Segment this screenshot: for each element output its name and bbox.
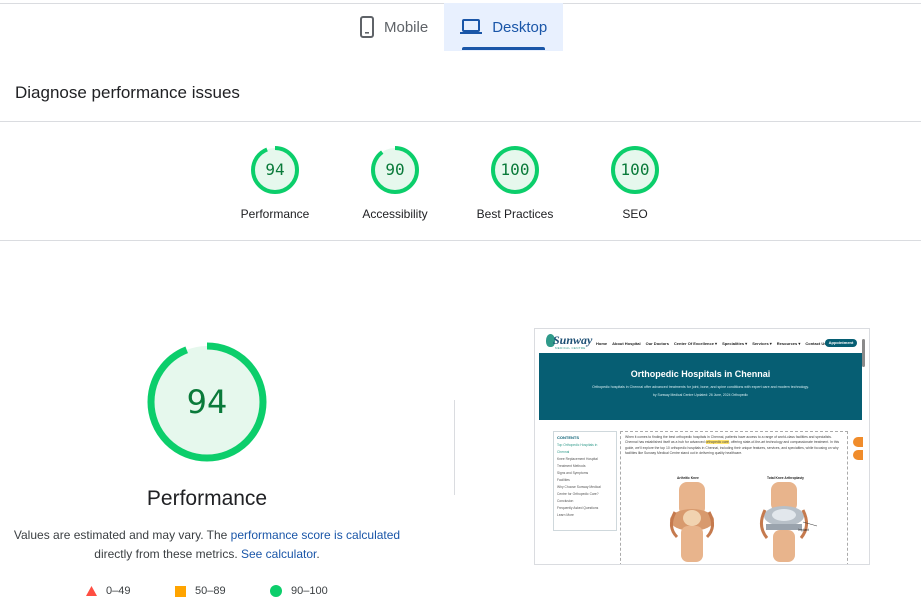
site-nav-item: Services ▾ [752, 341, 772, 346]
site-toc: CONTENTS Top Orthopedic Hospitals in Che… [553, 431, 617, 531]
category-label: Best Practices [476, 207, 554, 221]
circle-icon [270, 585, 282, 597]
divider [0, 121, 921, 122]
site-floating-button [853, 437, 863, 447]
score-ring: 94 [250, 145, 300, 195]
calculator-link[interactable]: See calculator [241, 547, 316, 561]
tab-desktop-label: Desktop [492, 18, 548, 36]
site-content: When it comes to finding the best orthop… [620, 431, 848, 564]
device-tabs: Mobile Desktop [344, 3, 564, 51]
site-toc-item: Top Orthopedic Hospitals in [557, 443, 598, 447]
site-nav-item: Our Doctors [645, 341, 669, 346]
score-value: 94 [265, 160, 285, 179]
performance-score-value: 94 [186, 383, 228, 421]
site-nav: Home About Hospital Our Doctors Center O… [596, 341, 831, 346]
site-hero-meta: by Sunway Medical Centre Updated: 26 Jun… [653, 393, 748, 397]
performance-score-link[interactable]: performance score is calculated [231, 528, 400, 542]
divider [0, 240, 921, 241]
legend-range: 90–100 [291, 585, 328, 597]
note-text: directly from these metrics. [94, 547, 241, 561]
category-gauge-accessibility[interactable]: 90 Accessibility [335, 145, 455, 221]
tab-desktop[interactable]: Desktop [444, 3, 564, 51]
site-nav-item: Contact Us [805, 341, 827, 346]
site-hero: Orthopedic Hospitals in Chennai Orthoped… [539, 353, 862, 420]
diagnose-title: Diagnose performance issues [15, 83, 240, 102]
site-nav-item: Center Of Excellence ▾ [673, 341, 718, 346]
site-scrollbar [862, 339, 865, 367]
category-gauge-performance[interactable]: 94 Performance [215, 145, 335, 221]
legend-range: 50–89 [195, 585, 226, 597]
category-gauge-seo[interactable]: 100 SEO [575, 145, 695, 221]
site-toc-item: Facilities [557, 478, 570, 482]
category-label: Accessibility [362, 207, 428, 221]
site-appointment-button: Appointment [825, 339, 857, 347]
site-nav-item: About Hospital [612, 341, 641, 346]
site-toc-item: Conclusion [557, 499, 574, 503]
site-hero-title: Orthopedic Hospitals in Chennai [630, 369, 771, 379]
category-label: SEO [622, 207, 648, 221]
site-highlight-link: orthopedic care [705, 440, 729, 445]
legend-pass: 90–100 [270, 585, 328, 597]
legend-fail: 0–49 [86, 585, 130, 597]
page-screenshot-thumbnail[interactable]: Sunway MEDICAL CENTRE Home About Hospita… [534, 328, 870, 565]
score-value: 90 [385, 160, 405, 179]
legend-range: 0–49 [106, 585, 131, 597]
site-nav-item: Resources ▾ [776, 341, 801, 346]
site-toc-item: Frequently Asked Questions [557, 506, 599, 510]
site-floating-button [853, 450, 863, 460]
site-image-caption: Total Knee Arthroplasty [767, 476, 805, 480]
tab-mobile[interactable]: Mobile [344, 3, 444, 51]
site-toc-item: Knee Replacement Hospital [557, 457, 598, 461]
site-nav-item: Home [596, 341, 608, 346]
performance-score-gauge: 94 [146, 341, 268, 463]
score-value: 100 [620, 160, 650, 179]
site-toc-item: Why Choose Sunway Medical [557, 485, 601, 489]
site-toc-head: CONTENTS [557, 435, 579, 440]
site-toc-item: Chennai [557, 450, 570, 454]
note-text: . [316, 547, 320, 561]
vertical-divider [454, 400, 455, 495]
site-toc-item: Centre for Orthopedic Care? [557, 492, 599, 496]
site-toc-item: Learn More [557, 513, 574, 517]
score-ring: 90 [370, 145, 420, 195]
site-toc-item: Signs and Symptoms [557, 471, 589, 475]
site-header: Sunway MEDICAL CENTRE Home About Hospita… [535, 329, 869, 353]
tab-mobile-label: Mobile [384, 18, 429, 36]
laptop-icon [460, 19, 483, 34]
knee-implant-illustration [760, 482, 818, 562]
site-image-label: Implant [798, 528, 809, 532]
site-hero-text: Orthopedic hospitals in Chennai offer ad… [592, 385, 809, 389]
performance-note: Values are estimated and may vary. The p… [8, 526, 406, 564]
legend-average: 50–89 [175, 585, 226, 597]
square-icon [175, 585, 186, 597]
score-ring: 100 [490, 145, 540, 195]
triangle-icon [86, 586, 97, 596]
category-label: Performance [240, 207, 310, 221]
performance-title: Performance [146, 487, 268, 510]
phone-icon [360, 16, 374, 38]
score-value: 100 [500, 160, 530, 179]
site-image-caption: Arthritic Knee [677, 476, 699, 480]
category-gauge-best-practices[interactable]: 100 Best Practices [455, 145, 575, 221]
score-ring: 100 [610, 145, 660, 195]
site-logo-sub: MEDICAL CENTRE [555, 346, 586, 350]
knee-illustration [670, 482, 714, 562]
note-text: Values are estimated and may vary. The [13, 528, 231, 542]
site-toc-item: Treatment Methods [557, 464, 586, 468]
site-nav-item: Specialities ▾ [722, 341, 748, 346]
site-paragraph: When it comes to finding the best orthop… [625, 435, 843, 457]
